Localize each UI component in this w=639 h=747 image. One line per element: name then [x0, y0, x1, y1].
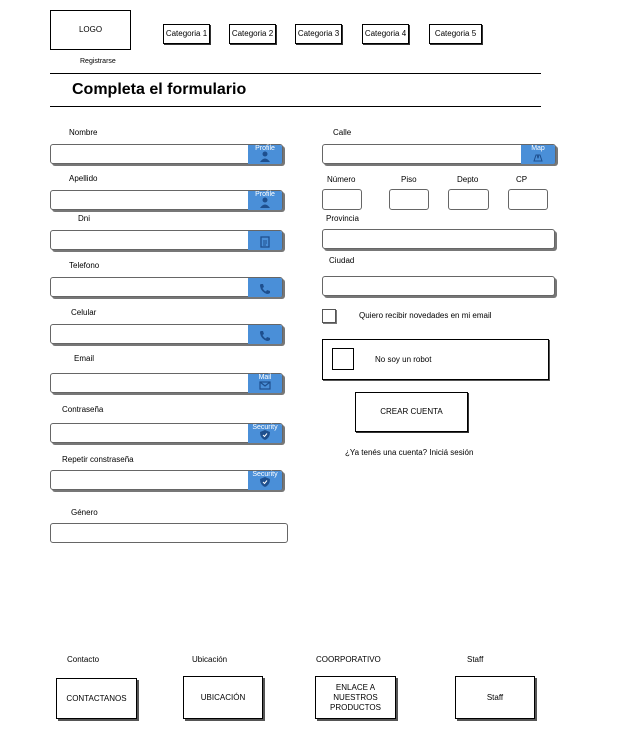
header-divider	[50, 73, 541, 74]
provincia-label: Provincia	[326, 214, 359, 223]
phone-icon	[248, 278, 282, 297]
genero-label: Género	[71, 508, 98, 517]
apellido-input[interactable]: Profile	[50, 190, 283, 210]
captcha-box: No soy un robot	[322, 339, 549, 380]
create-account-button[interactable]: CREAR CUENTA	[355, 392, 468, 432]
numero-input[interactable]	[322, 189, 362, 210]
depto-label: Depto	[457, 175, 479, 184]
celular-label: Celular	[71, 308, 97, 317]
numero-label: Número	[327, 175, 356, 184]
piso-input[interactable]	[389, 189, 429, 210]
mail-icon: Mail	[248, 374, 282, 393]
email-label: Email	[74, 354, 95, 363]
piso-label: Piso	[401, 175, 417, 184]
password-label: Contraseña	[62, 405, 104, 414]
location-button[interactable]: UBICACIÓN	[183, 676, 263, 719]
products-link-button[interactable]: ENLACE A NUESTROS PRODUCTOS	[315, 676, 396, 719]
ciudad-input[interactable]	[322, 276, 555, 296]
nav-category-5[interactable]: Categoria 5	[429, 24, 482, 44]
nav-category-1[interactable]: Categoria 1	[163, 24, 210, 44]
login-question: ¿Ya tenés una cuenta?	[345, 448, 428, 457]
shield-icon: Security	[248, 424, 282, 443]
footer-staff-label: Staff	[467, 655, 484, 664]
nombre-label: Nombre	[69, 128, 98, 137]
document-icon	[248, 231, 282, 250]
newsletter-label: Quiero recibir novedades en mi email	[359, 311, 492, 320]
celular-input[interactable]	[50, 324, 283, 344]
calle-label: Calle	[333, 128, 352, 137]
captcha-checkbox[interactable]	[332, 348, 354, 370]
staff-button[interactable]: Staff	[455, 676, 535, 719]
title-divider	[50, 106, 541, 107]
nombre-input[interactable]: Profile	[50, 144, 283, 164]
register-link[interactable]: Registrarse	[80, 57, 116, 67]
repeat-password-label: Repetir constraseña	[62, 455, 134, 464]
footer-corporativo-label: COORPORATIVO	[316, 655, 381, 664]
repeat-password-input[interactable]: Security	[50, 470, 283, 490]
apellido-label: Apellido	[69, 174, 98, 183]
password-input[interactable]: Security	[50, 423, 283, 443]
shield-icon: Security	[248, 471, 282, 490]
profile-icon: Profile	[248, 191, 282, 210]
footer-contacto-label: Contacto	[67, 655, 100, 664]
phone-icon	[248, 325, 282, 344]
genero-input[interactable]	[50, 523, 288, 543]
captcha-label: No soy un robot	[375, 355, 432, 364]
nav-category-2[interactable]: Categoria 2	[229, 24, 276, 44]
nav-category-4[interactable]: Categoria 4	[362, 24, 409, 44]
calle-input[interactable]: Map	[322, 144, 556, 164]
cp-label: CP	[516, 175, 528, 184]
dni-input[interactable]	[50, 230, 283, 250]
logo[interactable]: LOGO	[50, 10, 131, 50]
login-link[interactable]: Iniciá sesión	[429, 448, 473, 457]
telefono-label: Telefono	[69, 261, 100, 270]
telefono-input[interactable]	[50, 277, 283, 297]
profile-icon: Profile	[248, 145, 282, 164]
nav-category-3[interactable]: Categoria 3	[295, 24, 342, 44]
dni-label: Dni	[78, 214, 91, 223]
ciudad-label: Ciudad	[329, 256, 355, 265]
depto-input[interactable]	[448, 189, 489, 210]
contact-button[interactable]: CONTACTANOS	[56, 678, 137, 719]
cp-input[interactable]	[508, 189, 548, 210]
map-icon: Map	[521, 145, 555, 164]
provincia-input[interactable]	[322, 229, 555, 249]
email-input[interactable]: Mail	[50, 373, 283, 393]
page-title: Completa el formulario	[72, 81, 247, 98]
newsletter-checkbox[interactable]	[322, 309, 336, 323]
footer-ubicacion-label: Ubicación	[192, 655, 228, 664]
login-prompt: ¿Ya tenés una cuenta? Iniciá sesión	[345, 448, 473, 458]
